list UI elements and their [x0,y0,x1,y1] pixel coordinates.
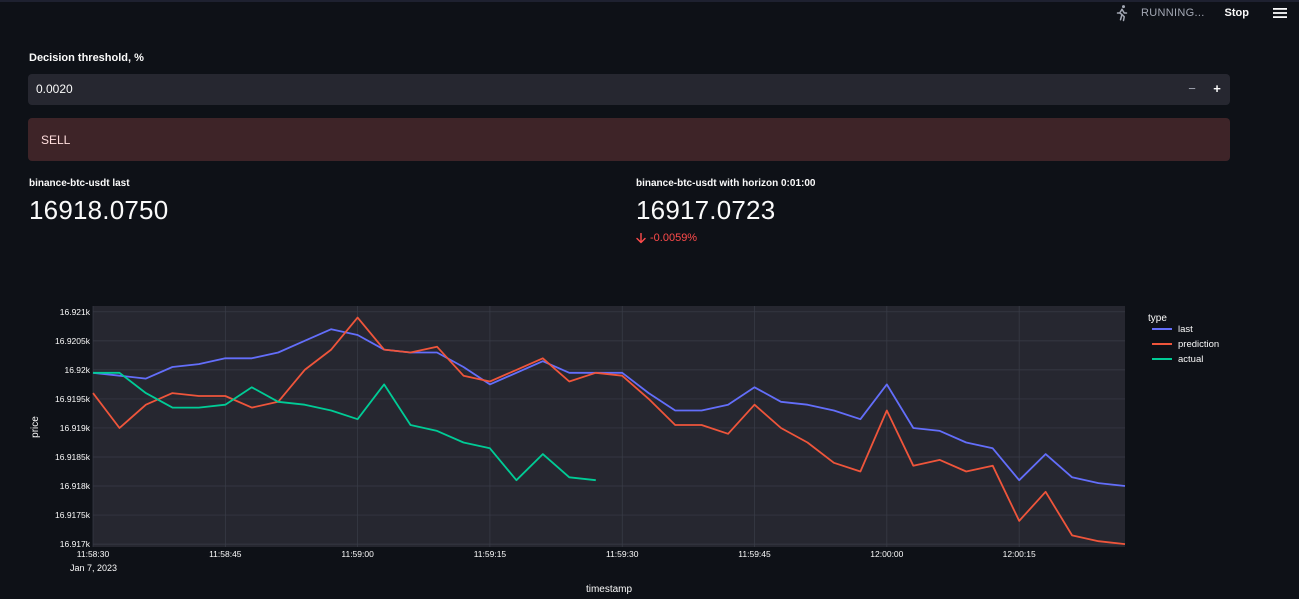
running-status-label: RUNNING... [1141,7,1205,19]
y-tick-label: 16.9175k [55,510,91,520]
y-tick-label: 16.917k [60,539,91,549]
x-tick-label: 12:00:00 [870,549,903,559]
metric-last-label: binance-btc-usdt last [29,178,130,189]
y-tick-label: 16.918k [60,481,91,491]
x-tick-label: 11:58:30 [77,549,110,559]
y-tick-label: 16.9185k [55,452,91,462]
y-tick-label: 16.9205k [55,336,91,346]
y-tick-label: 16.919k [60,423,91,433]
x-tick-label: 11:58:45 [209,549,242,559]
increment-button[interactable]: + [1209,81,1225,96]
x-tick-label: 12:00:15 [1003,549,1036,559]
y-tick-label: 16.921k [60,307,91,317]
metric-prediction: binance-btc-usdt with horizon 0:01:00 16… [636,178,815,244]
metric-last: binance-btc-usdt last 16918.0750 [29,178,168,226]
top-decoration-bar [0,0,1299,2]
x-axis-ticks: 11:58:30 11:58:45 11:59:00 11:59:15 11:59:30… [77,549,1036,559]
threshold-input-field[interactable] [36,82,936,96]
decrement-button[interactable]: − [1184,81,1200,96]
x-tick-label: 11:59:00 [341,549,374,559]
chart-legend: type last prediction actual [1148,313,1219,365]
hamburger-menu-icon[interactable] [1273,7,1287,19]
metric-prediction-label: binance-btc-usdt with horizon 0:01:00 [636,178,816,189]
threshold-number-input: − + [28,74,1230,105]
metric-last-value: 16918.0750 [29,195,169,225]
decision-alert-box: SELL [28,118,1230,161]
x-axis-title: timestamp [586,584,633,595]
legend-label-last[interactable]: last [1178,324,1193,335]
legend-label-prediction[interactable]: prediction [1178,339,1219,350]
plot-area [93,306,1125,547]
decision-alert-text: SELL [41,133,71,147]
metric-prediction-delta-value: -0.0059% [650,232,698,244]
stop-button[interactable]: Stop [1225,7,1249,19]
price-line-chart[interactable]: 16.917k 16.9175k 16.918k 16.9185k 16.919k 16.… [0,300,1299,599]
metric-prediction-delta: -0.0059% [636,232,815,244]
y-tick-label: 16.92k [64,365,90,375]
running-man-icon [1116,5,1128,22]
app-status-area: RUNNING... Stop [1113,4,1287,22]
legend-label-actual[interactable]: actual [1178,354,1203,365]
arrow-down-icon [636,232,646,243]
metric-prediction-value: 16917.0723 [636,195,776,225]
y-tick-label: 16.9195k [55,394,91,404]
y-axis-title: price [30,416,41,438]
x-tick-label: 11:59:30 [606,549,639,559]
threshold-label: Decision threshold, % [29,52,144,64]
x-tick-label: 11:59:45 [738,549,771,559]
y-axis-ticks: 16.917k 16.9175k 16.918k 16.9185k 16.919k 16.… [55,307,91,549]
x-tick-label: 11:59:15 [474,549,507,559]
x-axis-date-label: Jan 7, 2023 [70,563,117,573]
legend-title: type [1148,313,1167,324]
